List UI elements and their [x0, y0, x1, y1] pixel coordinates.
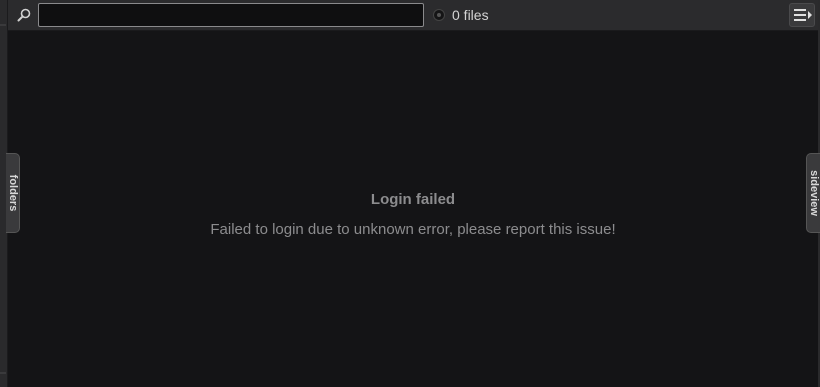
app-window: 0 files folders sideview Login failed Fa… [0, 0, 820, 387]
error-message: Login failed Failed to login due to unkn… [8, 190, 818, 240]
toolbar: 0 files [8, 0, 818, 31]
edge-notch [0, 372, 6, 374]
files-count: 0 files [452, 7, 489, 23]
search-icon[interactable] [17, 8, 31, 22]
edge-notch [0, 24, 6, 26]
status-dot-icon [433, 9, 445, 21]
search-input[interactable] [38, 3, 424, 27]
error-title: Login failed [370, 191, 456, 208]
error-body: Failed to login due to unknown error, pl… [210, 221, 616, 238]
list-menu-icon [794, 9, 812, 21]
list-menu-button[interactable] [789, 3, 815, 27]
